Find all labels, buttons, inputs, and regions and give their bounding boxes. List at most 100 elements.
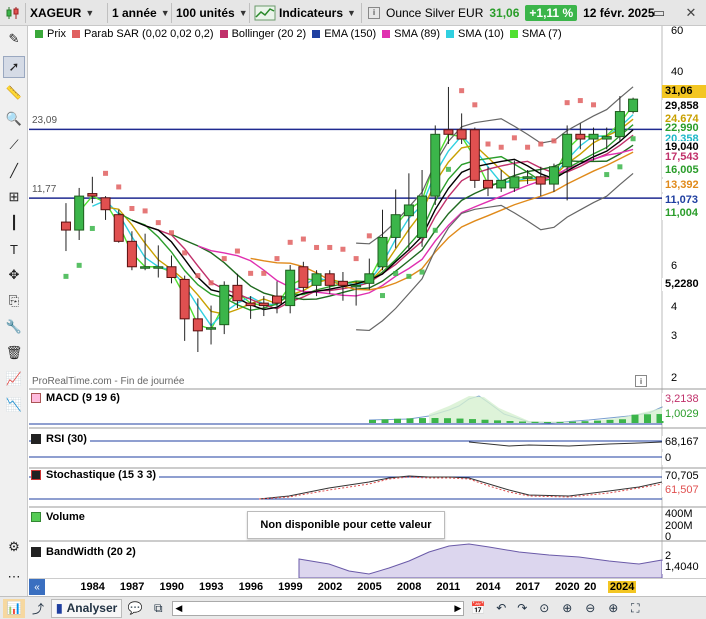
sar-dot — [195, 273, 201, 279]
indicator-icon — [31, 512, 41, 522]
chart-icon[interactable]: 📊 — [3, 598, 25, 618]
candle-body — [390, 214, 401, 238]
units-selector[interactable]: 100 unités ▼ — [172, 2, 250, 23]
ruler-icon[interactable]: 📏 — [3, 82, 25, 104]
scroll-left-arrow-icon[interactable]: ◀ — [175, 603, 182, 614]
indicator-remove-icon[interactable]: 📉 — [3, 394, 25, 416]
candle-body — [271, 295, 282, 304]
legend-item[interactable]: Prix — [35, 28, 66, 40]
chart-area[interactable]: Prix Parab SAR (0,02 0,02 0,2) Bollinger (… — [29, 25, 706, 578]
year-tick-label: 1993 — [199, 581, 224, 593]
candle-body — [179, 278, 190, 320]
info-icon[interactable]: i — [635, 375, 647, 387]
watermark: ProRealTime.com - Fin de journée — [32, 376, 185, 387]
rsi-label: RSI (30) — [46, 433, 87, 445]
legend-item[interactable]: SMA (7) — [509, 28, 562, 40]
stoch-title[interactable]: Stochastique (15 3 3) — [31, 469, 160, 481]
macd-bar — [481, 419, 489, 423]
chart-canvas[interactable] — [29, 26, 706, 578]
candle-body — [509, 176, 520, 189]
scroll-right-arrow-icon[interactable]: ▶ — [454, 603, 461, 614]
pointer-icon[interactable]: ➚ — [3, 56, 25, 78]
chevron-down-icon: ▼ — [160, 7, 170, 18]
chart-style-button[interactable] — [0, 2, 26, 23]
sar-dot — [208, 280, 214, 286]
candle-body — [403, 204, 414, 217]
minimize-icon[interactable]: ▭ — [650, 4, 668, 22]
zoom-out-icon[interactable]: ⊖ — [580, 599, 600, 618]
top-toolbar: XAGEUR ▼ 1 année ▼ 100 unités ▼ Indicate… — [0, 0, 706, 26]
bandwidth-label: BandWidth (20 2) — [46, 546, 136, 558]
period-selector[interactable]: 1 année ▼ — [108, 2, 172, 23]
indicator-icon — [31, 470, 41, 480]
text-icon[interactable]: T — [3, 238, 25, 260]
redo-icon[interactable]: ↷ — [513, 599, 531, 618]
zoom-reset-icon[interactable]: ⊙ — [534, 599, 554, 618]
symbol-selector[interactable]: XAGEUR ▼ — [26, 2, 108, 23]
last-price: 31,06 — [489, 5, 520, 20]
candle-body — [469, 129, 480, 181]
analyser-label: Analyser — [66, 601, 118, 615]
units-label: 100 unités — [176, 5, 235, 20]
sar-dot — [630, 136, 636, 142]
candle-body — [206, 327, 217, 330]
sar-dot — [261, 270, 267, 276]
legend-item[interactable]: Bollinger (20 2) — [219, 28, 306, 40]
copy-icon[interactable]: ⎘ — [3, 290, 25, 312]
legend-bar: Prix Parab SAR (0,02 0,02 0,2) Bollinger (… — [29, 26, 661, 42]
indicators-button[interactable]: Indicateurs ▼ — [250, 2, 362, 23]
fibonacci-icon[interactable]: ⊞ — [3, 186, 25, 208]
quote-date: 12 févr. 2025 — [583, 5, 655, 20]
trendline-icon[interactable]: ╱ — [3, 160, 25, 182]
zoom-fit-icon[interactable]: ⊕ — [557, 599, 577, 618]
fullscreen-icon[interactable]: ⛶ — [626, 599, 644, 618]
alerts-icon[interactable]: ⚙ — [3, 536, 25, 558]
undo-icon[interactable]: ↶ — [492, 599, 510, 618]
rsi-title[interactable]: RSI (30) — [31, 433, 90, 445]
price-badge: 16,005 — [662, 164, 706, 177]
candle-body — [219, 284, 230, 326]
zoom-icon[interactable]: 🔍 — [3, 108, 25, 130]
bandwidth-title[interactable]: BandWidth (20 2) — [31, 546, 139, 558]
candle-body — [245, 302, 256, 307]
move-icon[interactable]: ✥ — [3, 264, 25, 286]
sar-dot — [168, 230, 174, 236]
comment-icon[interactable]: 💬 — [125, 599, 145, 618]
segment-icon[interactable]: ⟋ — [3, 134, 25, 156]
horizontal-line-icon[interactable]: ┃ — [3, 212, 25, 234]
sar-dot — [142, 208, 148, 214]
legend-item[interactable]: SMA (10) — [446, 28, 504, 40]
stoch-value-1: 70,705 — [662, 470, 706, 483]
pen-icon[interactable]: ✎ — [3, 28, 25, 50]
legend-item[interactable]: EMA (150) — [312, 28, 376, 40]
legend-item[interactable]: Parab SAR (0,02 0,02 0,2) — [71, 28, 214, 40]
sar-dot — [591, 102, 597, 108]
legend-swatch-icon — [509, 30, 518, 38]
legend-item[interactable]: SMA (89) — [382, 28, 440, 40]
price-tick-label: 3 — [671, 330, 678, 343]
volume-title[interactable]: Volume — [31, 511, 88, 523]
price-tick-label: 40 — [671, 66, 684, 79]
year-tick-label: 1987 — [119, 581, 145, 593]
tools-icon[interactable]: 🔧 — [3, 316, 25, 338]
sar-dot — [485, 141, 491, 147]
year-tick-label: 2017 — [515, 581, 541, 593]
trash-icon[interactable]: 🗑 — [3, 342, 25, 364]
zoom-in-icon[interactable]: ⊕ — [603, 599, 623, 618]
macd-title[interactable]: MACD (9 19 6) — [31, 392, 123, 404]
screens-icon[interactable]: ⧉ — [148, 599, 168, 618]
candle-body — [100, 197, 111, 211]
time-axis[interactable]: « 1984 1987 1990 1993 1996 1999 2002 2005 2008 20… — [29, 578, 706, 595]
close-icon[interactable]: ✕ — [682, 4, 700, 22]
share-icon[interactable]: ⤴ — [28, 599, 48, 618]
candle-body — [443, 129, 454, 135]
info-icon[interactable]: i — [368, 6, 380, 19]
analyser-button[interactable]: ▮ Analyser — [51, 598, 123, 618]
calendar-icon[interactable]: 📅 — [467, 599, 489, 618]
year-tick-label: 2011 — [436, 581, 461, 593]
sar-dot — [564, 100, 570, 106]
horizontal-scrollbar[interactable]: ◀ ▶ — [172, 600, 465, 616]
more-icon[interactable]: ⋯ — [3, 566, 25, 588]
indicator-add-icon[interactable]: 📈 — [3, 368, 25, 390]
scroll-left-icon[interactable]: « — [29, 579, 45, 595]
